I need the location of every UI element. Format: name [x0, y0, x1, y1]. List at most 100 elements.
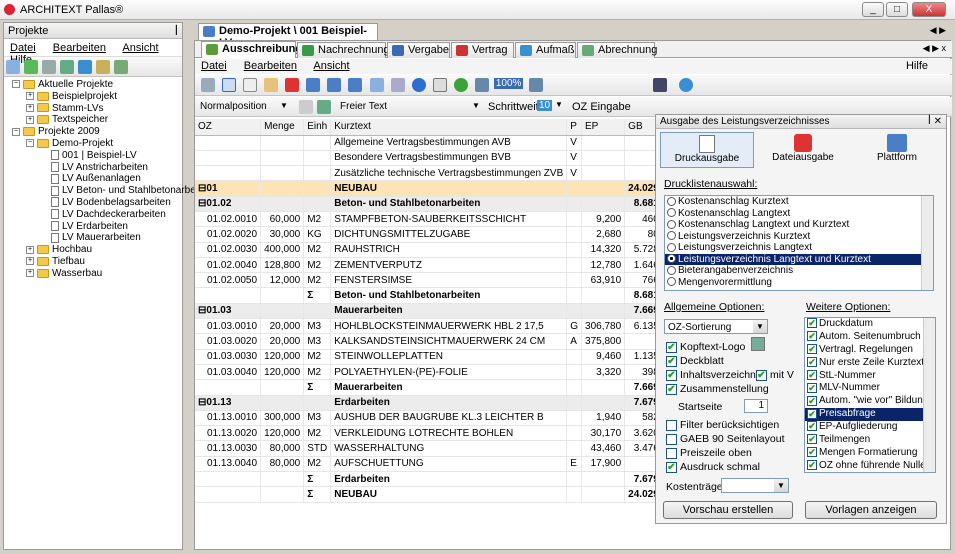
table-row[interactable]: Allgemeine Vertragsbestimmungen AVB V: [195, 135, 655, 151]
save-icon[interactable]: [60, 60, 74, 74]
table-row[interactable]: 01.02.0010 60,000 M2 STAMPFBETON-SAUBERKEIT…: [195, 211, 655, 228]
tab-nav-icon[interactable]: ◀ ▶: [930, 25, 946, 36]
sort-select[interactable]: OZ-Sortierung ▼: [664, 319, 768, 334]
column-header[interactable]: Einh: [303, 119, 332, 136]
table-row[interactable]: 01.03.0030 120,000 M2 STEINWOLLEPLATTEN 9,46…: [195, 349, 655, 365]
table-row[interactable]: ΣNEUBAU 24.029,78: [195, 486, 655, 503]
tab-document[interactable]: Demo-Projekt \ 001 Beispiel-LV x: [198, 23, 378, 49]
paste-icon[interactable]: [264, 78, 279, 92]
tree-item[interactable]: − Aktuelle Projekte: [4, 79, 182, 91]
undo-icon[interactable]: [306, 78, 321, 92]
table-row[interactable]: ⊟01 NEUBAU 24.029,78: [195, 180, 655, 197]
column-header[interactable]: Menge: [260, 119, 305, 136]
expand-icon[interactable]: −: [12, 127, 20, 136]
opt-gaeb90[interactable]: GAEB 90 Seitenlayout: [666, 433, 784, 445]
tree-item[interactable]: LV Außenanlagen: [4, 173, 182, 185]
tab-aufmass[interactable]: Aufmaß: [515, 42, 576, 58]
move-icon[interactable]: [348, 78, 363, 92]
opt-inhalt[interactable]: ✔ Inhaltsverzeichnis: [666, 369, 763, 381]
table-row[interactable]: 01.02.0030400,000M2RAUHSTRICH 14,3205.728…: [195, 242, 655, 258]
more-option[interactable]: ✔ Preisabfrage: [805, 408, 923, 422]
column-header[interactable]: P: [566, 119, 583, 136]
druckliste-option[interactable]: Bieterangabenverzeichnis: [665, 265, 922, 277]
menu-datei[interactable]: Datei: [10, 42, 36, 54]
web-icon[interactable]: [679, 78, 693, 92]
table-row[interactable]: ⊟01.13 Erdarbeiten 7.679,20: [195, 395, 655, 411]
minimize-button[interactable]: _: [862, 2, 884, 17]
copy-icon[interactable]: [243, 78, 258, 92]
more-option[interactable]: ✔ Vertragl. Regelungen: [805, 344, 923, 357]
check-icon[interactable]: [453, 78, 468, 92]
tab-vertrag[interactable]: Vertrag: [451, 42, 514, 58]
opt-kopftext[interactable]: ✔ Kopftext-Logo: [666, 341, 745, 353]
oz-eingabe-label[interactable]: OZ Eingabe: [572, 101, 631, 113]
freitext-select[interactable]: Freier Text ▼: [337, 99, 483, 114]
opt-deckblatt[interactable]: ✔ Deckblatt: [666, 355, 724, 367]
expand-icon[interactable]: +: [26, 115, 34, 124]
more-option[interactable]: ✔ StL-Nummer: [805, 370, 923, 383]
delete-icon[interactable]: [285, 78, 300, 92]
table-row[interactable]: 01.02.005012,000M2FENSTERSIMSE 63,910766,…: [195, 272, 655, 289]
tree-item[interactable]: − Demo-Projekt: [4, 138, 182, 150]
table-row[interactable]: ΣBeton- und Stahlbetonarbeiten 8.681,38: [195, 287, 655, 304]
table-row[interactable]: ⊟01.03 Mauerarbeiten 7.669,20: [195, 303, 655, 320]
expand-icon[interactable]: −: [12, 80, 20, 89]
refresh-icon[interactable]: [78, 60, 92, 74]
druckliste-option[interactable]: Mengenvorermittlung: [665, 277, 922, 289]
table-row[interactable]: 01.13.0030 80,000 STD WASSERHALTUNG 43,460 3.…: [195, 440, 655, 457]
doc-menu-hilfe[interactable]: Hilfe: [906, 60, 928, 72]
table-row[interactable]: Zusätzliche technische Vertragsbestimmun…: [195, 165, 655, 182]
templates-button[interactable]: Vorlagen anzeigen: [805, 501, 937, 519]
maximize-button[interactable]: □: [886, 2, 908, 17]
subtab-nav-icon[interactable]: ◀ ▶ x: [923, 43, 946, 54]
table-row[interactable]: ΣMauerarbeiten 7.669,20: [195, 379, 655, 396]
opt-mit-v[interactable]: ✔ mit V: [756, 369, 794, 381]
schrittweite-input[interactable]: 10: [537, 100, 553, 111]
column-header[interactable]: GB: [624, 119, 655, 136]
more-option[interactable]: ✔ Druckdatum: [805, 318, 923, 331]
expand-icon[interactable]: +: [26, 92, 34, 101]
position-type-select[interactable]: Normalposition ▼: [197, 99, 291, 114]
expand-icon[interactable]: +: [26, 257, 34, 266]
tab-ausschreibung[interactable]: Ausschreibung: [201, 41, 302, 58]
tree-item[interactable]: LV Beton- und Stahlbetonarbe: [4, 185, 196, 197]
preview-button[interactable]: Vorschau erstellen: [663, 501, 793, 519]
folder-icon[interactable]: [96, 60, 110, 74]
more-option[interactable]: ✔ Autom. Seitenumbruch: [805, 331, 923, 344]
zoom-select[interactable]: 100%: [493, 78, 524, 89]
table-row[interactable]: Besondere Vertragsbestimmungen BVB V: [195, 150, 655, 167]
mode-druckausgabe[interactable]: Druckausgabe: [660, 132, 754, 168]
tree-item[interactable]: + Wasserbau: [4, 268, 182, 280]
menu-bearbeiten[interactable]: Bearbeiten: [53, 42, 106, 54]
print-icon[interactable]: [42, 60, 56, 74]
expand-icon[interactable]: +: [26, 245, 34, 254]
insert-icon[interactable]: [327, 78, 342, 92]
tree-item[interactable]: LV Bodenbelagsarbeiten: [4, 197, 182, 209]
text-icon[interactable]: [369, 78, 384, 92]
more-option[interactable]: ✔ Nur erste Zeile Kurztext: [805, 357, 924, 370]
opt-schmal[interactable]: ✔ Ausdruck schmal: [666, 461, 760, 473]
table-row[interactable]: ΣErdarbeiten 7.679,20: [195, 471, 655, 488]
more-option[interactable]: ✔ MLV-Nummer: [805, 382, 923, 395]
mode-dateiausgabe[interactable]: Dateiausgabe: [758, 132, 848, 168]
doc-menu-datei[interactable]: Datei: [201, 60, 227, 72]
kostentraeger-select[interactable]: ▼: [721, 478, 789, 493]
tree-item[interactable]: + Textspeicher: [4, 114, 182, 126]
table-row[interactable]: 01.02.0040 128,800 M2 ZEMENTVERPUTZ 12,780 1.…: [195, 257, 655, 274]
table-row[interactable]: 01.03.0040 120,000 M2 POLYAETHYLEN-(PE)-FOL…: [195, 364, 655, 381]
tree-item[interactable]: 001 | Beispiel-LV: [4, 150, 182, 162]
table-row[interactable]: ⊟01.02 Beton- und Stahlbetonarbeiten 8.681…: [195, 196, 655, 212]
druckliste-option[interactable]: Leistungsverzeichnis Langtext und Kurzte…: [665, 253, 922, 265]
logo-icon[interactable]: [751, 337, 765, 351]
binoculars-icon[interactable]: [653, 78, 667, 92]
opt-zusammenstellung[interactable]: ✔ Zusammenstellung: [666, 383, 769, 395]
mode-plattform[interactable]: Plattform: [852, 132, 942, 168]
druckliste-option[interactable]: Kostenanschlag Langtext und Kurztext: [665, 219, 922, 231]
close-button[interactable]: X: [912, 2, 946, 17]
format-icon-1[interactable]: [299, 100, 313, 114]
druckliste-option[interactable]: Kostenanschlag Langtext: [665, 208, 922, 220]
preview-icon[interactable]: [432, 78, 447, 92]
help-circle-icon[interactable]: [411, 78, 426, 92]
more-option[interactable]: ✔ Mengen Formatierung: [805, 447, 923, 460]
tree-item[interactable]: LV Anstricharbeiten: [4, 162, 182, 174]
